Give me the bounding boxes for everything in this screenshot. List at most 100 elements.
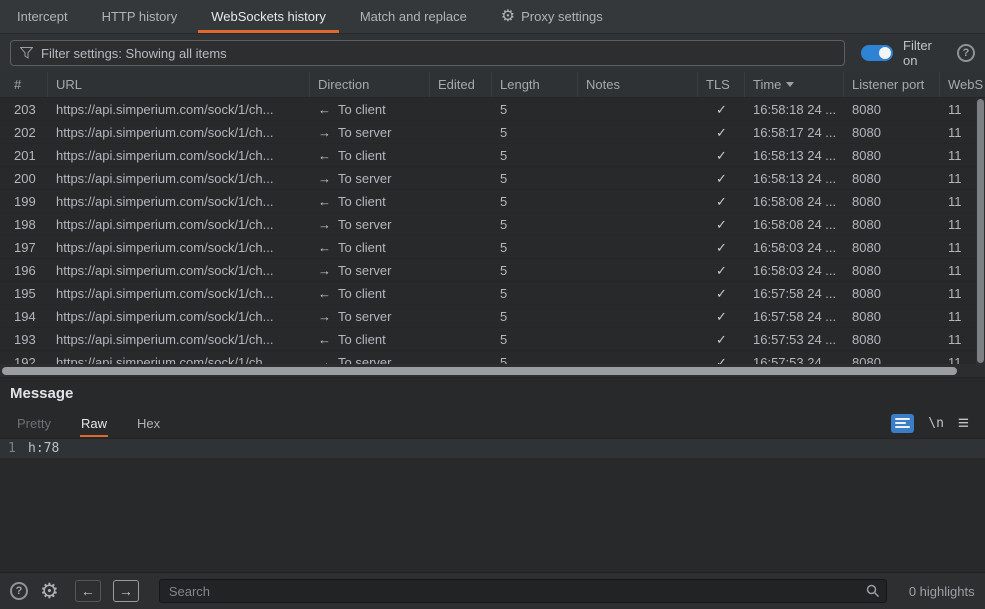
direction-arrow-icon: →	[318, 309, 331, 324]
previous-match-button[interactable]: ←	[75, 580, 101, 602]
cell-direction: →To server	[310, 259, 430, 281]
table-row[interactable]: 198 https://api.simperium.com/sock/1/ch.…	[0, 213, 985, 236]
cell-url: https://api.simperium.com/sock/1/ch...	[48, 121, 310, 143]
filter-on-label: Filter on	[903, 38, 939, 68]
search-input[interactable]	[159, 579, 887, 603]
cell-notes	[578, 282, 698, 304]
cell-listener-port: 8080	[844, 282, 940, 304]
table-row[interactable]: 203 https://api.simperium.com/sock/1/ch.…	[0, 98, 985, 121]
table-row[interactable]: 199 https://api.simperium.com/sock/1/ch.…	[0, 190, 985, 213]
cell-notes	[578, 190, 698, 212]
tab-pretty[interactable]: Pretty	[16, 410, 52, 437]
filter-status-text: Filter settings: Showing all items	[41, 46, 227, 61]
cell-time: 16:58:03 24 ...	[745, 259, 844, 281]
cell-url: https://api.simperium.com/sock/1/ch...	[48, 236, 310, 258]
direction-label: To client	[338, 102, 386, 117]
col-header-edited[interactable]: Edited	[430, 72, 492, 97]
help-icon[interactable]: ?	[957, 44, 975, 62]
table-row[interactable]: 194 https://api.simperium.com/sock/1/ch.…	[0, 305, 985, 328]
cell-notes	[578, 328, 698, 350]
cell-edited	[430, 282, 492, 304]
tab-raw[interactable]: Raw	[80, 410, 108, 437]
cell-notes	[578, 259, 698, 281]
cell-length: 5	[492, 282, 578, 304]
cell-edited	[430, 328, 492, 350]
cell-length: 5	[492, 305, 578, 327]
vertical-scrollbar[interactable]	[976, 98, 985, 364]
tab-http-history[interactable]: HTTP history	[85, 0, 195, 33]
table-row[interactable]: 196 https://api.simperium.com/sock/1/ch.…	[0, 259, 985, 282]
sort-desc-icon	[786, 82, 794, 87]
col-header-listener-port[interactable]: Listener port	[844, 72, 940, 97]
col-header-tls[interactable]: TLS	[698, 72, 745, 97]
table-row[interactable]: 192 https://api.simperium.com/sock/1/ch.…	[0, 351, 985, 364]
editor-settings-gear-icon[interactable]: ⚙	[40, 581, 59, 602]
cell-edited	[430, 236, 492, 258]
cell-url: https://api.simperium.com/sock/1/ch...	[48, 144, 310, 166]
message-panel-header: Message	[0, 378, 985, 408]
message-editor[interactable]: 1 h:78	[0, 438, 985, 572]
message-content: h:78	[28, 439, 59, 458]
editor-menu-icon[interactable]: ≡	[958, 414, 969, 433]
tab-websockets-history[interactable]: WebSockets history	[194, 0, 343, 33]
tab-hex[interactable]: Hex	[136, 410, 161, 437]
filter-on-toggle[interactable]	[861, 45, 893, 61]
soft-wrap-icon[interactable]	[891, 414, 914, 433]
cell-listener-port: 8080	[844, 213, 940, 235]
direction-arrow-icon: →	[318, 171, 331, 186]
tab-match-and-replace[interactable]: Match and replace	[343, 0, 484, 33]
cell-listener-port: 8080	[844, 328, 940, 350]
horizontal-scrollbar[interactable]	[0, 364, 985, 378]
filter-settings-field[interactable]: Filter settings: Showing all items	[10, 40, 845, 66]
table-row[interactable]: 200 https://api.simperium.com/sock/1/ch.…	[0, 167, 985, 190]
tab-proxy-settings[interactable]: ⚙ Proxy settings	[484, 0, 620, 33]
table-row[interactable]: 195 https://api.simperium.com/sock/1/ch.…	[0, 282, 985, 305]
cell-direction: →To server	[310, 121, 430, 143]
table-row[interactable]: 202 https://api.simperium.com/sock/1/ch.…	[0, 121, 985, 144]
search-field-wrap	[159, 579, 887, 603]
direction-label: To server	[338, 171, 391, 186]
cell-notes	[578, 213, 698, 235]
tls-check-icon: ✓	[698, 236, 745, 258]
editor-help-icon[interactable]: ?	[10, 582, 28, 600]
cell-notes	[578, 351, 698, 364]
proxy-tabbar: Intercept HTTP history WebSockets histor…	[0, 0, 985, 34]
cell-notes	[578, 121, 698, 143]
table-row[interactable]: 201 https://api.simperium.com/sock/1/ch.…	[0, 144, 985, 167]
tls-check-icon: ✓	[698, 121, 745, 143]
cell-time: 16:57:58 24 ...	[745, 282, 844, 304]
col-header-num[interactable]: #	[0, 72, 48, 97]
cell-time: 16:57:58 24 ...	[745, 305, 844, 327]
col-header-notes[interactable]: Notes	[578, 72, 698, 97]
tls-check-icon: ✓	[698, 328, 745, 350]
cell-edited	[430, 167, 492, 189]
direction-label: To server	[338, 309, 391, 324]
cell-length: 5	[492, 98, 578, 120]
cell-length: 5	[492, 236, 578, 258]
show-newlines-icon[interactable]: \n	[928, 416, 944, 431]
line-number: 1	[0, 439, 28, 458]
cell-edited	[430, 144, 492, 166]
col-header-direction[interactable]: Direction	[310, 72, 430, 97]
cell-listener-port: 8080	[844, 190, 940, 212]
tab-label: WebSockets history	[211, 9, 326, 24]
col-header-websocket[interactable]: WebS	[940, 72, 985, 97]
direction-arrow-icon: →	[318, 125, 331, 140]
cell-url: https://api.simperium.com/sock/1/ch...	[48, 351, 310, 364]
search-icon[interactable]	[866, 584, 880, 598]
cell-edited	[430, 190, 492, 212]
table-row[interactable]: 197 https://api.simperium.com/sock/1/ch.…	[0, 236, 985, 259]
col-header-url[interactable]: URL	[48, 72, 310, 97]
cell-url: https://api.simperium.com/sock/1/ch...	[48, 190, 310, 212]
message-tabs: Pretty Raw Hex \n ≡	[0, 408, 985, 438]
table-row[interactable]: 193 https://api.simperium.com/sock/1/ch.…	[0, 328, 985, 351]
col-header-length[interactable]: Length	[492, 72, 578, 97]
horizontal-scrollbar-thumb[interactable]	[2, 367, 957, 375]
next-match-button[interactable]: →	[113, 580, 139, 602]
vertical-scrollbar-thumb[interactable]	[977, 99, 984, 363]
cell-time: 16:58:17 24 ...	[745, 121, 844, 143]
col-header-time[interactable]: Time	[745, 72, 844, 97]
burp-proxy-window: Intercept HTTP history WebSockets histor…	[0, 0, 985, 609]
direction-arrow-icon: ←	[318, 332, 331, 347]
tab-intercept[interactable]: Intercept	[0, 0, 85, 33]
